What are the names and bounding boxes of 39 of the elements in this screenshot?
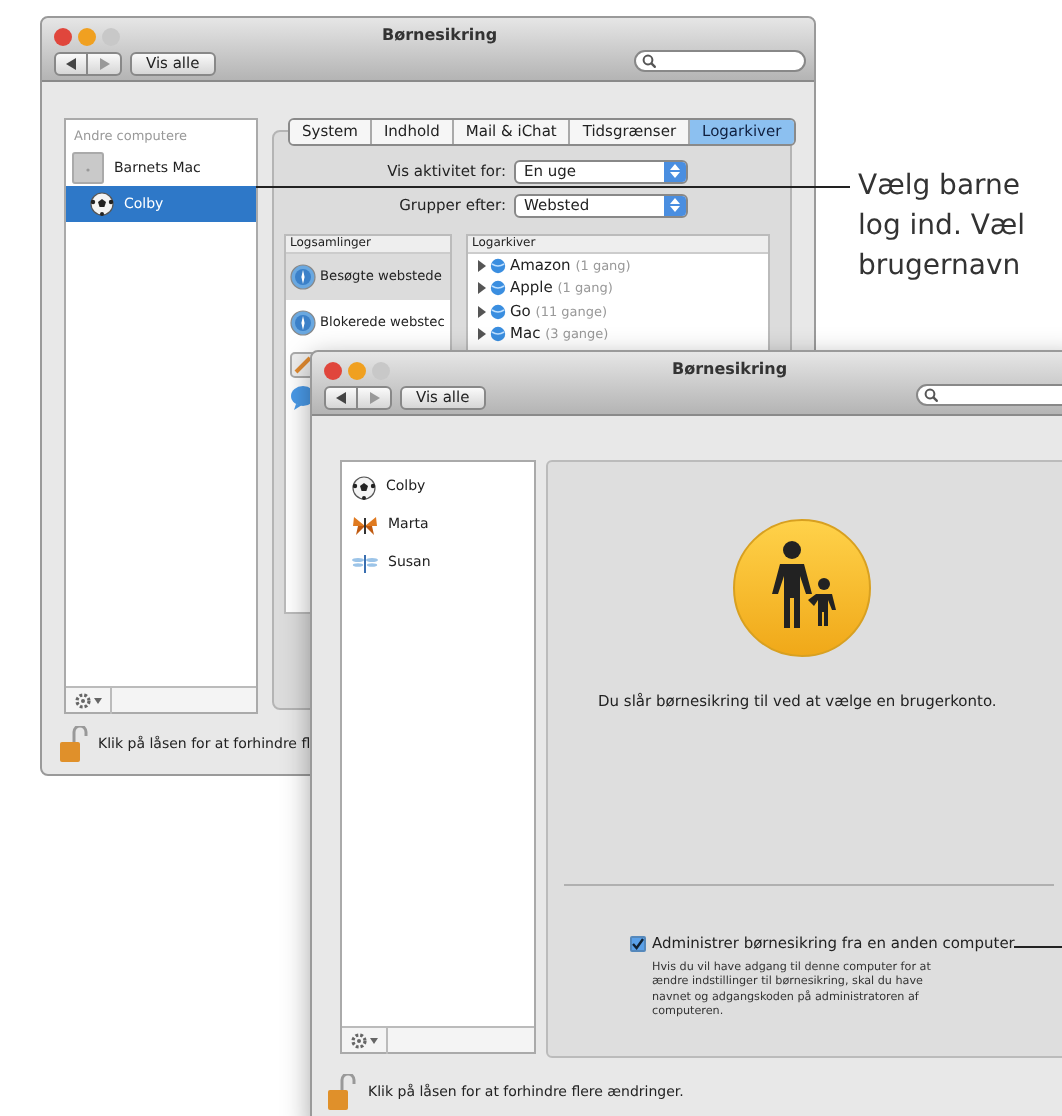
window-title: Børnesikring bbox=[382, 24, 498, 48]
search-icon bbox=[642, 54, 656, 68]
globe-icon bbox=[490, 257, 506, 274]
parent-and-child-icon bbox=[732, 518, 872, 662]
soccer-ball-icon bbox=[90, 191, 114, 216]
search-field[interactable] bbox=[916, 384, 1062, 406]
compass-icon bbox=[290, 264, 316, 290]
callout-text: Vælg barne bbox=[858, 168, 1023, 206]
globe-icon bbox=[490, 326, 506, 343]
up-down-arrows-icon bbox=[670, 198, 680, 212]
caret-icon bbox=[370, 1037, 378, 1043]
computer-icon bbox=[72, 151, 104, 184]
dragonfly-icon bbox=[352, 553, 378, 573]
window-title: Børnesikring bbox=[672, 358, 788, 382]
back-arrow-icon bbox=[336, 392, 346, 404]
gear-icon bbox=[74, 691, 92, 709]
gear-icon bbox=[350, 1031, 368, 1049]
caret-icon bbox=[94, 697, 102, 703]
close-icon[interactable] bbox=[324, 361, 342, 379]
checkbox[interactable] bbox=[630, 935, 646, 952]
forward-arrow-icon bbox=[369, 392, 379, 404]
close-icon[interactable] bbox=[54, 27, 72, 45]
search-icon bbox=[924, 388, 938, 402]
globe-icon bbox=[490, 303, 506, 320]
forward-arrow-icon bbox=[99, 58, 109, 70]
leader-line bbox=[1014, 946, 1062, 948]
back-button[interactable] bbox=[54, 52, 88, 76]
search-field[interactable] bbox=[634, 50, 806, 72]
padlock-icon bbox=[328, 1074, 356, 1110]
callout-text: log ind. Væl bbox=[858, 208, 1026, 246]
butterfly-icon bbox=[352, 515, 378, 535]
padlock-icon bbox=[60, 726, 88, 762]
callout-text: brugernavn bbox=[858, 248, 1023, 286]
globe-icon bbox=[490, 280, 506, 297]
back-arrow-icon bbox=[66, 58, 76, 70]
up-down-arrows-icon bbox=[670, 164, 680, 178]
compass-icon bbox=[290, 310, 316, 336]
soccer-ball-icon bbox=[352, 475, 376, 499]
back-button[interactable] bbox=[324, 386, 358, 410]
